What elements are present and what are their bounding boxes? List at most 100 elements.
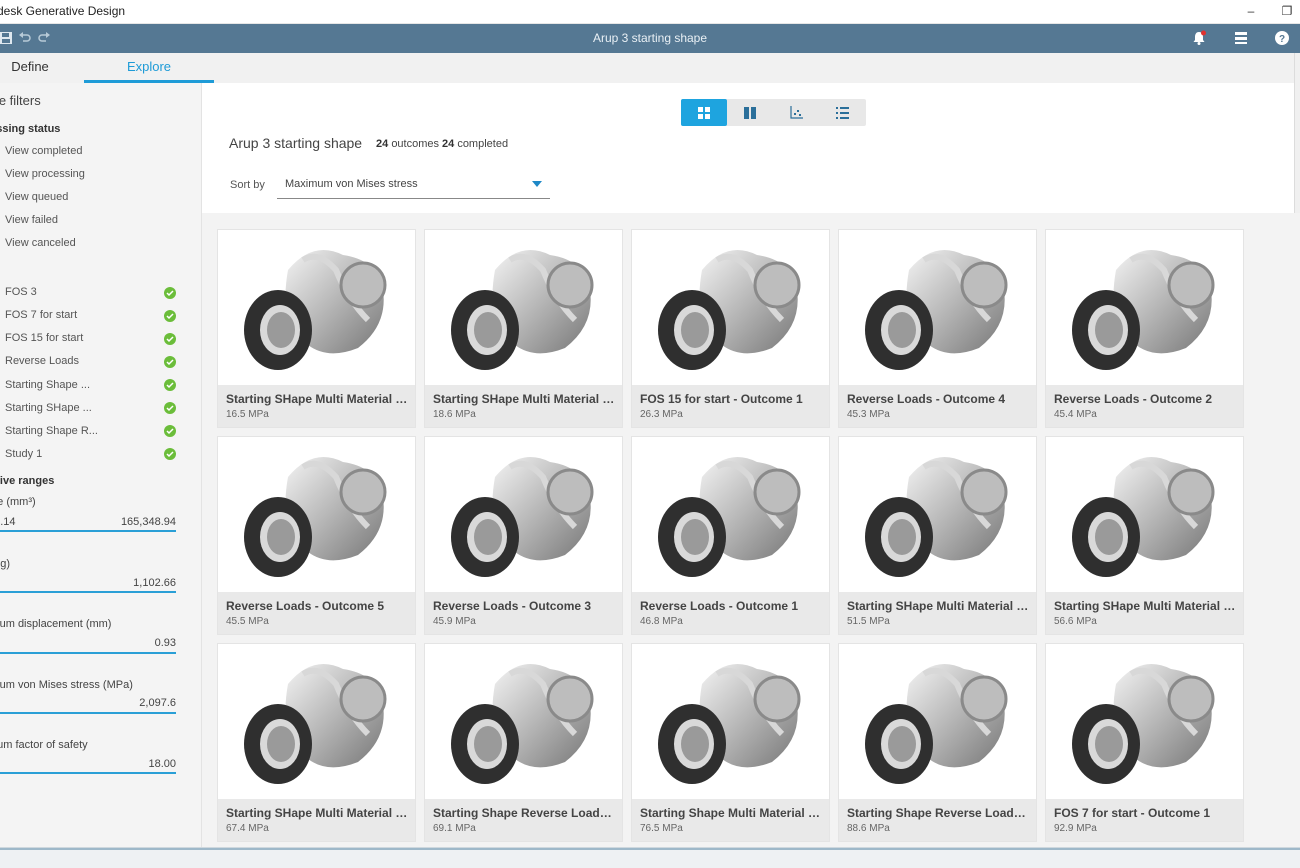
outcome-thumbnail[interactable]: [632, 230, 829, 385]
outcome-card[interactable]: Starting SHape Multi Material F...51.5 M…: [839, 437, 1036, 634]
outcome-thumbnail[interactable]: [425, 437, 622, 592]
outcome-name: Reverse Loads - Outcome 4: [847, 392, 1030, 406]
range-slider-mass[interactable]: [0, 591, 176, 593]
filter-view-canceled[interactable]: View canceled: [5, 237, 76, 249]
outcome-stress: 67.4 MPa: [226, 823, 269, 834]
app-title: desk Generative Design: [0, 4, 125, 18]
range-slider-displacement[interactable]: [0, 652, 176, 654]
outcome-thumbnail[interactable]: [425, 644, 622, 799]
outcome-caption: Reverse Loads - Outcome 445.3 MPa: [839, 385, 1036, 427]
sort-label: Sort by: [230, 179, 265, 191]
outcome-thumbnail[interactable]: [632, 437, 829, 592]
outcome-thumbnail[interactable]: [1046, 644, 1243, 799]
outcome-card[interactable]: Reverse Loads - Outcome 245.4 MPa: [1046, 230, 1243, 427]
list-view-icon[interactable]: [819, 99, 865, 126]
outcome-name: Starting SHape Multi Material F...: [1054, 599, 1237, 613]
outcome-card[interactable]: Starting Shape Multi Material - ...76.5 …: [632, 644, 829, 841]
notification-bell-icon[interactable]: [1189, 28, 1209, 48]
outcome-name: Starting Shape Reverse Loads - ...: [847, 806, 1030, 820]
split-view-icon[interactable]: [727, 99, 773, 126]
filter-view-failed[interactable]: View failed: [5, 214, 58, 226]
outcome-stress: 26.3 MPa: [640, 409, 683, 420]
range-min-volume: 60.14: [0, 516, 16, 528]
outcome-caption: Starting SHape Multi Material F...67.4 M…: [218, 799, 415, 841]
outcome-caption: Reverse Loads - Outcome 146.8 MPa: [632, 592, 829, 634]
outcome-stress: 88.6 MPa: [847, 823, 890, 834]
outcome-stress: 46.8 MPa: [640, 616, 683, 627]
scatter-plot-icon[interactable]: [773, 99, 819, 126]
sort-value: Maximum von Mises stress: [285, 178, 418, 190]
save-icon[interactable]: [0, 28, 16, 48]
tab-explore[interactable]: Explore: [84, 53, 214, 83]
help-icon[interactable]: ?: [1272, 28, 1292, 48]
study-item[interactable]: Starting Shape R...: [5, 425, 98, 437]
outcome-thumbnail[interactable]: [1046, 230, 1243, 385]
study-item[interactable]: Study 1: [5, 448, 42, 460]
range-slider-volume[interactable]: [0, 530, 176, 532]
outcome-stress: 16.5 MPa: [226, 409, 269, 420]
outcome-card[interactable]: Starting SHape Multi Material F...18.6 M…: [425, 230, 622, 427]
outcome-card[interactable]: Reverse Loads - Outcome 345.9 MPa: [425, 437, 622, 634]
check-circle-icon: [164, 379, 176, 391]
study-item[interactable]: FOS 7 for start: [5, 309, 77, 321]
outcome-caption: Starting SHape Multi Material F...18.6 M…: [425, 385, 622, 427]
grid-view-icon[interactable]: [681, 99, 727, 126]
undo-icon[interactable]: [15, 28, 35, 48]
filter-view-processing[interactable]: View processing: [5, 168, 85, 180]
outcome-card[interactable]: FOS 15 for start - Outcome 126.3 MPa: [632, 230, 829, 427]
outcome-card[interactable]: Reverse Loads - Outcome 545.5 MPa: [218, 437, 415, 634]
check-circle-icon: [164, 333, 176, 345]
outcome-card[interactable]: Starting Shape Reverse Loads - ... 88.6 M…: [839, 644, 1036, 841]
outcome-card[interactable]: Starting SHape Multi Material F...67.4 M…: [218, 644, 415, 841]
tab-define[interactable]: Define: [0, 53, 65, 83]
study-item[interactable]: Starting SHape ...: [5, 402, 92, 414]
outcome-caption: Starting Shape Multi Material - ...76.5 …: [632, 799, 829, 841]
check-circle-icon: [164, 402, 176, 414]
outcome-thumbnail[interactable]: [425, 230, 622, 385]
outcome-thumbnail[interactable]: [839, 437, 1036, 592]
range-slider-stress[interactable]: [0, 712, 176, 714]
study-item[interactable]: Starting Shape ...: [5, 379, 90, 391]
range-max-mass: 1,102.66: [133, 577, 176, 589]
outcome-caption: Starting SHape Multi Material F...16.5 M…: [218, 385, 415, 427]
status-bar: [0, 847, 1300, 868]
outcome-thumbnail[interactable]: [218, 644, 415, 799]
redo-icon[interactable]: [34, 28, 54, 48]
range-label-mass: s (g): [0, 558, 10, 570]
window-title-bar: desk Generative Design – ❐: [0, 0, 1300, 24]
restore-button[interactable]: ❐: [1275, 2, 1299, 20]
outcome-thumbnail[interactable]: [632, 644, 829, 799]
outcome-stress: 18.6 MPa: [433, 409, 476, 420]
outcome-thumbnail[interactable]: [839, 644, 1036, 799]
outcome-thumbnail[interactable]: [218, 230, 415, 385]
outcome-stress: 56.6 MPa: [1054, 616, 1097, 627]
outcome-thumbnail[interactable]: [839, 230, 1036, 385]
range-max-volume: 165,348.94: [121, 516, 176, 528]
document-title: Arup 3 starting shape: [0, 31, 1300, 45]
outcome-thumbnail[interactable]: [1046, 437, 1243, 592]
study-item[interactable]: FOS 3: [5, 286, 37, 298]
outcome-name: Starting SHape Multi Material F...: [847, 599, 1030, 613]
outcome-caption: Starting Shape Reverse Loads - ... 88.6 M…: [839, 799, 1036, 841]
outcome-card[interactable]: Reverse Loads - Outcome 146.8 MPa: [632, 437, 829, 634]
outcomes-count: 24 outcomes: [376, 138, 439, 150]
outcome-thumbnail[interactable]: [218, 437, 415, 592]
minimize-button[interactable]: –: [1239, 2, 1263, 20]
outcome-card[interactable]: Starting SHape Multi Material F...16.5 M…: [218, 230, 415, 427]
sort-dropdown[interactable]: Maximum von Mises stress: [277, 172, 550, 199]
study-title: Arup 3 starting shape: [229, 135, 362, 151]
range-slider-safety[interactable]: [0, 772, 176, 774]
outcome-card[interactable]: Reverse Loads - Outcome 445.3 MPa: [839, 230, 1036, 427]
outcome-card[interactable]: Starting SHape Multi Material F... 56.6 M…: [1046, 437, 1243, 634]
study-item[interactable]: Reverse Loads: [5, 355, 79, 367]
filter-view-queued[interactable]: View queued: [5, 191, 68, 203]
outcome-card[interactable]: FOS 7 for start - Outcome 192.9 MPa: [1046, 644, 1243, 841]
job-status-icon[interactable]: [1231, 28, 1251, 48]
outcome-name: Starting Shape Reverse Loads - ...: [433, 806, 616, 820]
filter-view-completed[interactable]: View completed: [5, 145, 82, 157]
outcome-card[interactable]: Starting Shape Reverse Loads - ...69.1 M…: [425, 644, 622, 841]
outcome-name: Reverse Loads - Outcome 5: [226, 599, 409, 613]
study-item[interactable]: FOS 15 for start: [5, 332, 83, 344]
outcome-caption: Reverse Loads - Outcome 345.9 MPa: [425, 592, 622, 634]
view-mode-toggle: [681, 99, 866, 126]
